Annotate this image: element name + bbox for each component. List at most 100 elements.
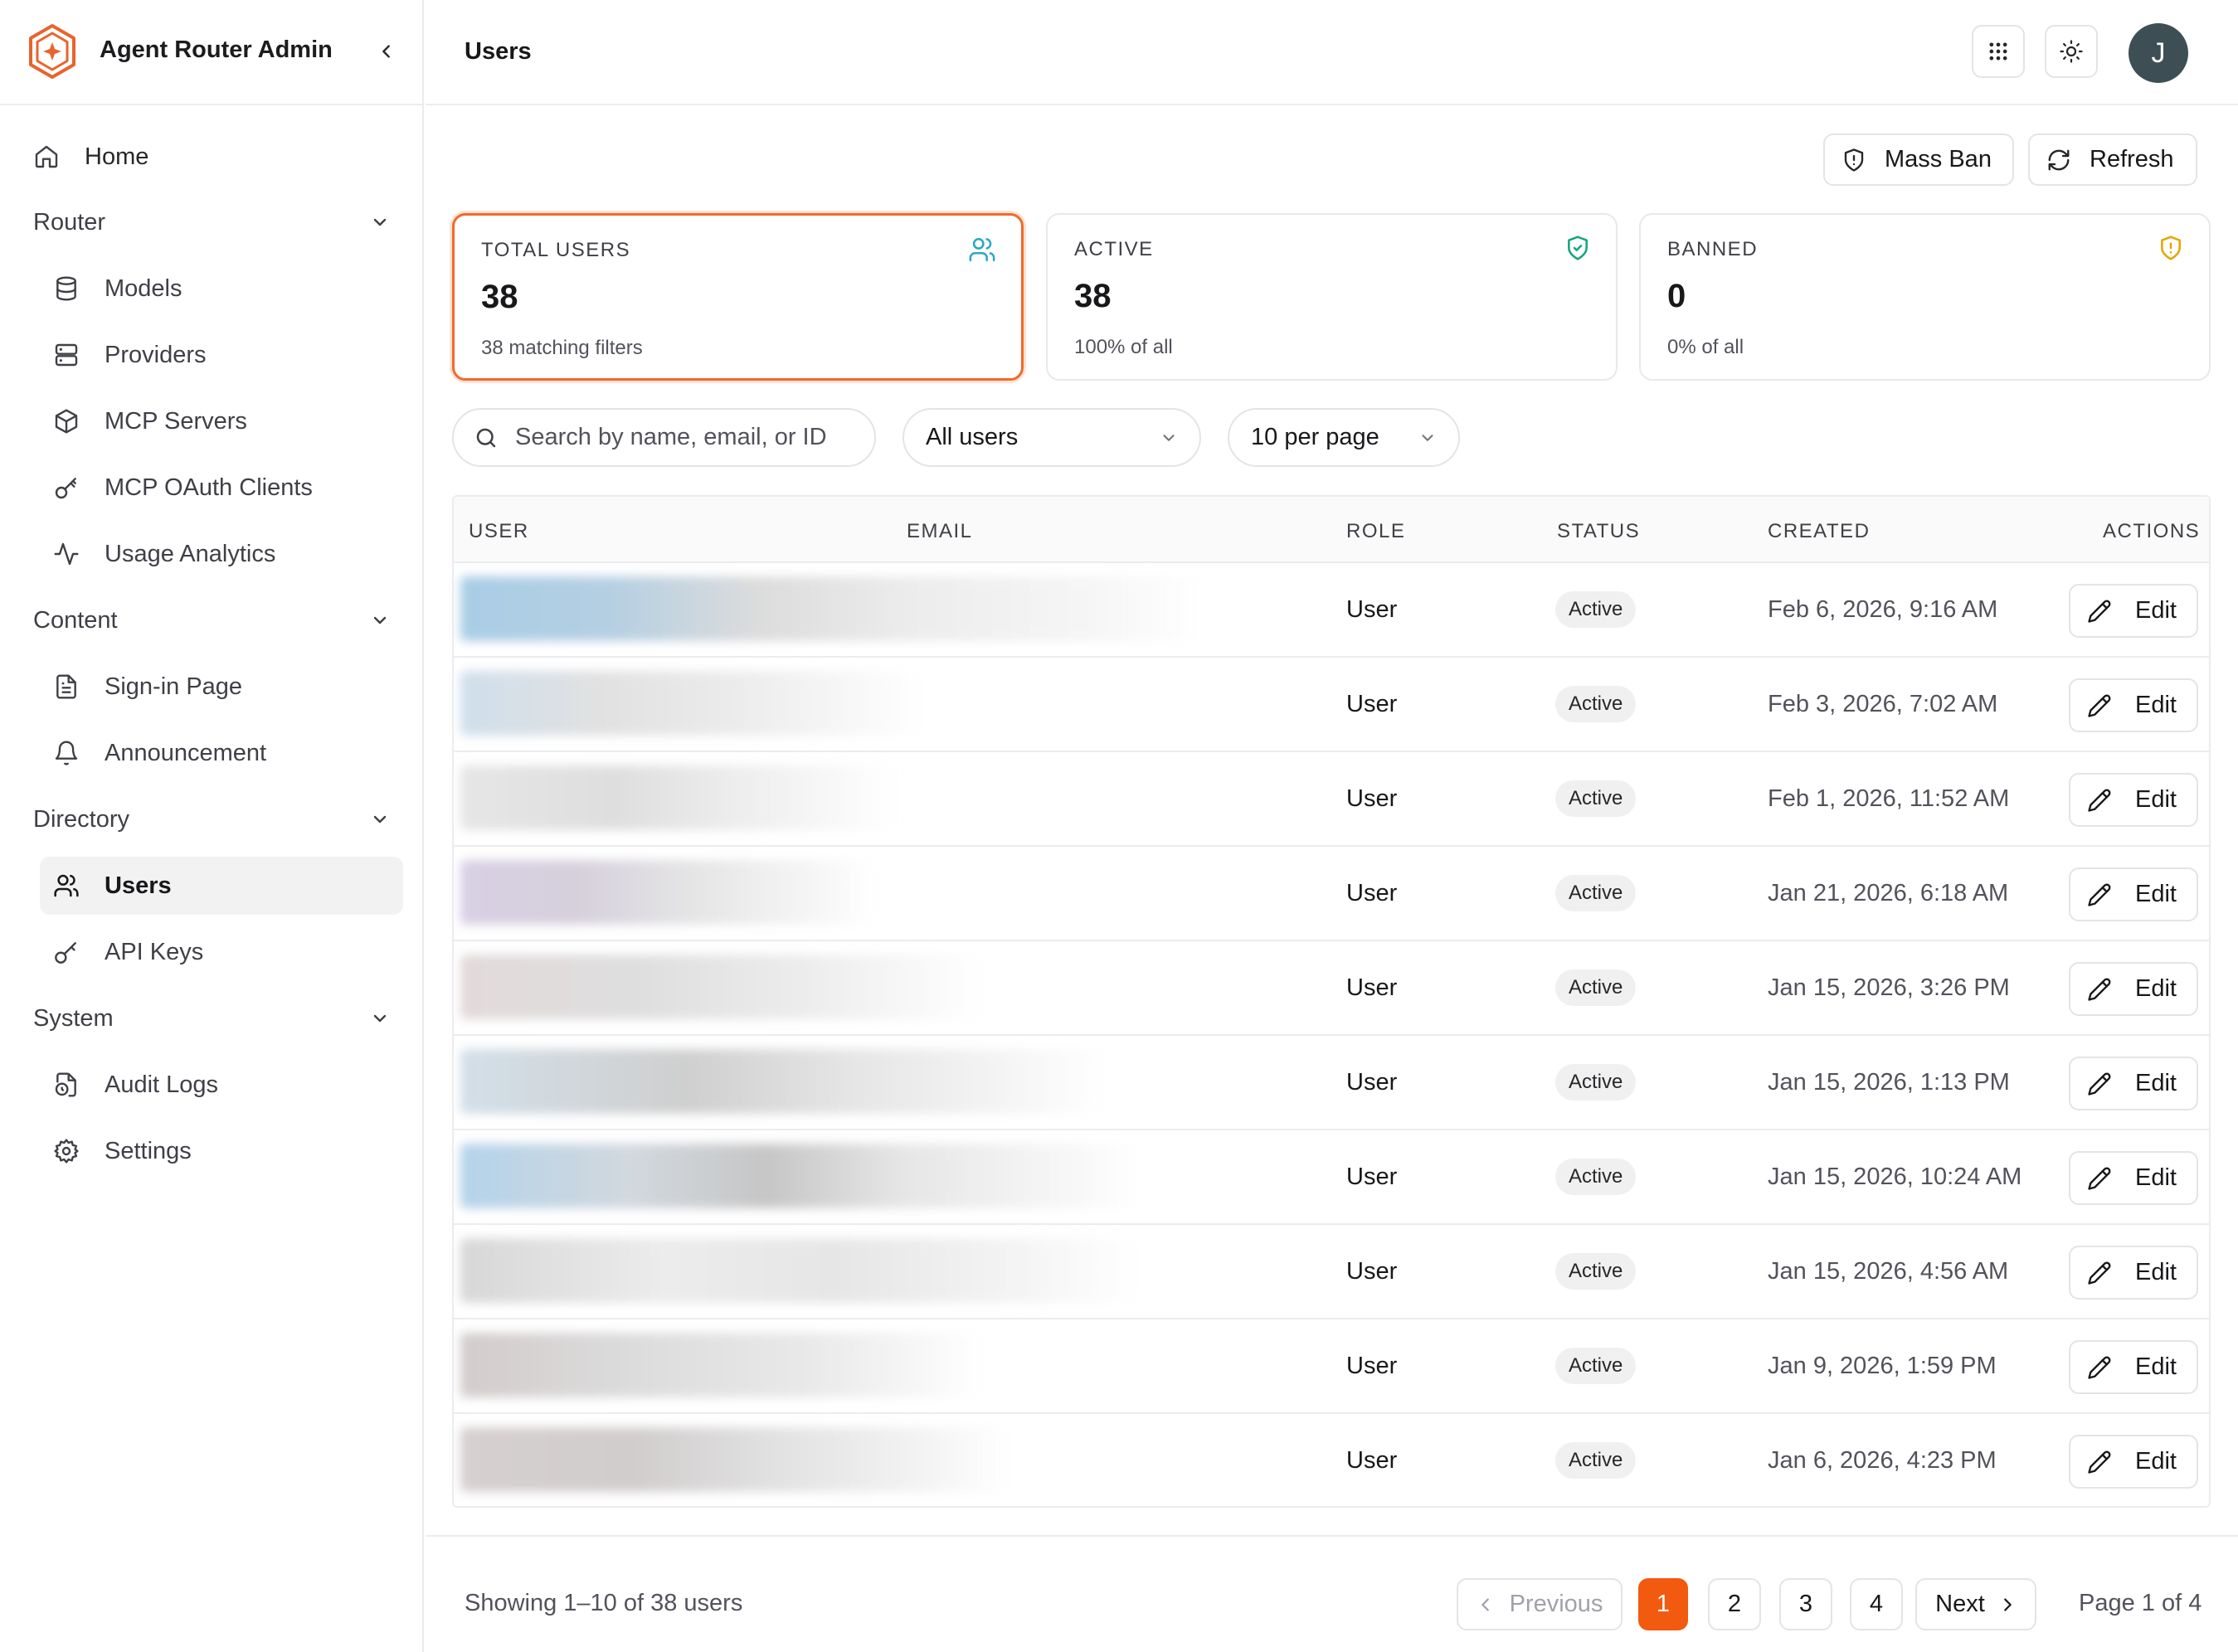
activity-icon	[54, 542, 79, 566]
sidebar-item-mcp-oauth-clients[interactable]: MCP OAuth Clients	[40, 459, 403, 517]
edit-user-button[interactable]: Edit	[2069, 584, 2198, 638]
refresh-button[interactable]: Refresh	[2028, 134, 2197, 186]
edit-user-button[interactable]: Edit	[2069, 773, 2198, 827]
sidebar-item-audit-logs[interactable]: Audit Logs	[40, 1056, 403, 1114]
per-page-select[interactable]: 10 per page	[1228, 408, 1460, 467]
edit-label: Edit	[2135, 692, 2177, 718]
page-button-2[interactable]: 2	[1708, 1578, 1761, 1630]
cell-created: Feb 1, 2026, 11:52 AM	[1768, 785, 2010, 812]
pencil-icon	[2088, 1450, 2111, 1474]
users-icon	[54, 874, 79, 897]
chevron-down-icon	[373, 1014, 387, 1023]
sidebar-item-announcement[interactable]: Announcement	[40, 724, 403, 782]
apps-button[interactable]	[1972, 25, 2025, 78]
column-header-user[interactable]: USER	[469, 520, 529, 543]
nav-group-label: Router	[33, 208, 106, 236]
sidebar-item-api-keys[interactable]: API Keys	[40, 923, 403, 981]
sidebar-item-usage-analytics[interactable]: Usage Analytics	[40, 525, 403, 583]
previous-page-button[interactable]: Previous	[1457, 1578, 1623, 1630]
nav-group-system[interactable]: System	[33, 999, 390, 1037]
column-header-status[interactable]: STATUS	[1557, 520, 1640, 543]
nav-group-content[interactable]: Content	[33, 601, 390, 639]
table-row[interactable]: User Active Feb 3, 2026, 7:02 AM Edit	[454, 658, 2209, 752]
edit-user-button[interactable]: Edit	[2069, 1151, 2198, 1205]
page-button-1[interactable]: 1	[1638, 1578, 1688, 1630]
cell-created: Jan 9, 2026, 1:59 PM	[1768, 1353, 1997, 1379]
sidebar-item-settings[interactable]: Settings	[40, 1122, 403, 1180]
stat-card-active[interactable]: ACTIVE 38 100% of all	[1046, 213, 1618, 381]
edit-user-button[interactable]: Edit	[2069, 678, 2198, 732]
cell-role: User	[1346, 1164, 1398, 1190]
nav-group-router[interactable]: Router	[33, 203, 390, 241]
sidebar-item-mcp-servers[interactable]: MCP Servers	[40, 392, 403, 450]
table-row[interactable]: User Active Jan 15, 2026, 3:26 PM Edit	[454, 941, 2209, 1036]
redacted-user-info	[460, 576, 1207, 641]
per-page-value: 10 per page	[1251, 424, 1379, 450]
sidebar-item-sign-in-page[interactable]: Sign-in Page	[40, 658, 403, 716]
edit-user-button[interactable]: Edit	[2069, 1435, 2198, 1489]
status-badge: Active	[1555, 780, 1637, 817]
sidebar-item-providers[interactable]: Providers	[40, 326, 403, 384]
sidebar-item-label: Sign-in Page	[105, 673, 243, 700]
table-row[interactable]: User Active Jan 15, 2026, 10:24 AM Edit	[454, 1130, 2209, 1225]
table-row[interactable]: User Active Jan 9, 2026, 1:59 PM Edit	[454, 1319, 2209, 1414]
collapse-sidebar-icon[interactable]	[372, 36, 401, 66]
column-header-email[interactable]: EMAIL	[907, 520, 973, 543]
edit-user-button[interactable]: Edit	[2069, 962, 2198, 1016]
mass-ban-button[interactable]: Mass Ban	[1823, 134, 2014, 186]
edit-label: Edit	[2135, 1070, 2177, 1096]
table-row[interactable]: User Active Feb 1, 2026, 11:52 AM Edit	[454, 752, 2209, 847]
page-number: 3	[1798, 1591, 1813, 1617]
chevron-left-icon	[1481, 1597, 1489, 1611]
page-title: Users	[465, 38, 532, 65]
redacted-user-info	[460, 765, 975, 830]
page-button-3[interactable]: 3	[1779, 1578, 1832, 1630]
edit-user-button[interactable]: Edit	[2069, 1340, 2198, 1394]
nav-group-label: Directory	[33, 805, 130, 833]
sidebar-item-home[interactable]: Home	[33, 138, 148, 176]
table-row[interactable]: User Active Jan 6, 2026, 4:23 PM Edit	[454, 1414, 2209, 1506]
column-header-created[interactable]: CREATED	[1768, 520, 1870, 543]
user-avatar[interactable]: J	[2129, 23, 2188, 83]
edit-user-button[interactable]: Edit	[2069, 867, 2198, 921]
cell-role: User	[1346, 785, 1398, 812]
chevron-down-icon	[1422, 434, 1433, 441]
edit-user-button[interactable]: Edit	[2069, 1057, 2198, 1110]
pencil-icon	[2088, 1167, 2111, 1190]
stat-card-total-users[interactable]: TOTAL USERS 38 38 matching filters	[452, 213, 1024, 381]
theme-toggle-button[interactable]	[2045, 25, 2098, 78]
edit-label: Edit	[2135, 975, 2177, 1002]
chevron-down-icon	[1163, 434, 1175, 441]
brand-title: Agent Router Admin	[100, 36, 333, 63]
redacted-user-info	[460, 1333, 1041, 1397]
status-badge: Active	[1555, 1348, 1637, 1384]
table-row[interactable]: User Active Feb 6, 2026, 9:16 AM Edit	[454, 563, 2209, 658]
status-badge: Active	[1555, 969, 1637, 1006]
next-page-button[interactable]: Next	[1915, 1578, 2036, 1630]
nav-group-directory[interactable]: Directory	[33, 800, 390, 838]
table-row[interactable]: User Active Jan 15, 2026, 4:56 AM Edit	[454, 1225, 2209, 1319]
search-field[interactable]	[452, 408, 876, 467]
sidebar-item-label: Usage Analytics	[105, 540, 276, 567]
sidebar-item-models[interactable]: Models	[40, 260, 403, 318]
user-filter-select[interactable]: All users	[902, 408, 1201, 467]
edit-label: Edit	[2135, 1353, 2177, 1380]
stat-card-banned[interactable]: BANNED 0 0% of all	[1639, 213, 2211, 381]
table-row[interactable]: User Active Jan 15, 2026, 1:13 PM Edit	[454, 1036, 2209, 1130]
table-row[interactable]: User Active Jan 21, 2026, 6:18 AM Edit	[454, 847, 2209, 941]
sidebar-item-users[interactable]: Users	[40, 857, 403, 915]
column-header-role[interactable]: ROLE	[1346, 520, 1405, 543]
stat-subtext: 38 matching filters	[481, 337, 643, 359]
edit-label: Edit	[2135, 881, 2177, 907]
sidebar-item-label: Users	[105, 872, 172, 899]
stat-label: ACTIVE	[1074, 238, 1154, 260]
sidebar-item-label: MCP OAuth Clients	[105, 474, 313, 501]
brand-header: Agent Router Admin	[0, 0, 422, 105]
cell-created: Jan 21, 2026, 6:18 AM	[1768, 880, 2009, 906]
gear-icon	[54, 1139, 79, 1164]
status-badge: Active	[1555, 1253, 1637, 1290]
cell-role: User	[1346, 1258, 1398, 1285]
edit-user-button[interactable]: Edit	[2069, 1246, 2198, 1300]
search-input[interactable]	[515, 424, 847, 451]
page-button-4[interactable]: 4	[1850, 1578, 1903, 1630]
